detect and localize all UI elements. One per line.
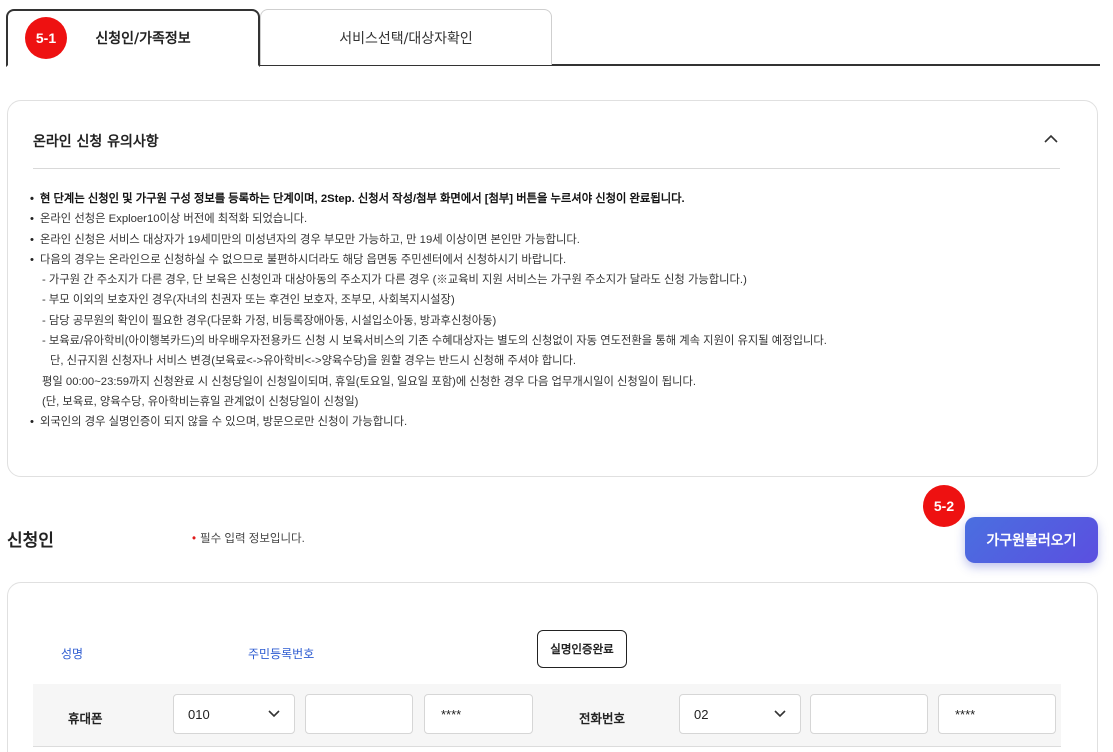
rrn-label: 주민등록번호: [248, 647, 315, 661]
notice-subitem: - 부모 이외의 보호자인 경우(자녀의 친권자 또는 후견인 보호자, 조부모…: [42, 294, 455, 307]
chevron-down-icon: [774, 706, 786, 721]
load-family-button[interactable]: 가구원불러오기: [965, 517, 1098, 563]
chevron-down-icon: [268, 706, 280, 721]
tab-label: 서비스선택/대상자확인: [339, 30, 473, 47]
step-marker-5-1: 5-1: [25, 17, 67, 59]
notice-item-text: 다음의 경우는 온라인으로 신청하실 수 없으므로 불편하시더라도 해당 읍면동…: [40, 253, 567, 266]
notice-subitem: - 담당 공무원의 확인이 필요한 경우(다문화 가정, 비등록장애아동, 시설…: [42, 314, 497, 327]
tab-service-select[interactable]: 서비스선택/대상자확인: [260, 9, 552, 65]
required-note: • 필수 입력 정보입니다.: [192, 530, 305, 546]
verify-identity-button[interactable]: 실명인증완료: [537, 630, 627, 668]
required-dot-icon: •: [192, 533, 197, 545]
notice-item: 현 단계는 신청인 및 가구원 구성 정보를 등록하는 단계이며, 2Step.…: [30, 189, 1080, 209]
applicant-form: 성명 주민등록번호 실명인증완료 휴대폰 010 전화번호 02: [7, 582, 1098, 752]
notice-subitem: (단, 보육료, 양육수당, 유아학비는휴일 관계없이 신청당일이 신청일): [42, 395, 359, 408]
notice-item: 다음의 경우는 온라인으로 신청하실 수 없으므로 불편하시더라도 해당 읍면동…: [30, 250, 1080, 270]
divider: [33, 746, 1061, 747]
notice-subitem: 평일 00:00~23:59까지 신청완료 시 신청당일이 신청일이되며, 휴일…: [42, 375, 697, 388]
chevron-up-icon[interactable]: [1040, 127, 1062, 149]
notice-item: 온라인 신청은 서비스 대상자가 19세미만의 미성년자의 경우 부모만 가능하…: [30, 230, 1080, 250]
mobile-middle-input[interactable]: [305, 694, 413, 734]
notice-item-text: 현 단계는 신청인 및 가구원 구성 정보를 등록하는 단계이며, 2Step.…: [40, 193, 685, 205]
online-notice-panel: 온라인 신청 유의사항 현 단계는 신청인 및 가구원 구성 정보를 등록하는 …: [7, 100, 1098, 477]
tab-label: 신청인/가족정보: [95, 31, 191, 47]
notice-item-text: 온라인 선청은 Exploer10이상 버전에 최적화 되었습니다.: [40, 213, 308, 226]
notice-item-text: 온라인 신청은 서비스 대상자가 19세미만의 미성년자의 경우 부모만 가능하…: [40, 233, 580, 246]
tab-bar: 신청인/가족정보 서비스선택/대상자확인: [0, 0, 1100, 67]
step-marker-5-2: 5-2: [923, 485, 965, 527]
mobile-prefix-value: 010: [188, 706, 210, 722]
section-title-applicant: 신청인: [7, 531, 54, 551]
notice-item: 온라인 선청은 Exploer10이상 버전에 최적화 되었습니다.: [30, 209, 1080, 229]
notice-list: 현 단계는 신청인 및 가구원 구성 정보를 등록하는 단계이며, 2Step.…: [30, 189, 1080, 433]
notice-subitem: - 가구원 간 주소지가 다른 경우, 단 보육은 신청인과 대상아동의 주소지…: [42, 274, 747, 287]
notice-title: 온라인 신청 유의사항: [33, 134, 159, 150]
mobile-prefix-select[interactable]: 010: [173, 694, 295, 734]
mobile-last-input[interactable]: [424, 694, 533, 734]
phone-label: 전화번호: [579, 711, 626, 726]
mobile-label: 휴대폰: [68, 711, 103, 726]
divider: [33, 168, 1060, 169]
name-label: 성명: [61, 647, 84, 661]
notice-subitem: 단, 신규지원 신청자나 서비스 변경(보육료<->유아학비<->양육수당)을 …: [50, 355, 577, 368]
notice-item: 외국인의 경우 실명인증이 되지 않을 수 있으며, 방문으로만 신청이 가능합…: [30, 412, 1080, 432]
required-note-text: 필수 입력 정보입니다.: [200, 533, 305, 545]
phone-prefix-select[interactable]: 02: [679, 694, 801, 734]
notice-item-text: 외국인의 경우 실명인증이 되지 않을 수 있으며, 방문으로만 신청이 가능합…: [40, 416, 408, 429]
phone-prefix-value: 02: [694, 706, 709, 722]
notice-subitem: - 보육료/유아학비(아이행복카드)의 바우배우자전용카드 신청 시 보육서비스…: [42, 335, 827, 348]
phone-middle-input[interactable]: [810, 694, 928, 734]
phone-last-input[interactable]: [938, 694, 1056, 734]
